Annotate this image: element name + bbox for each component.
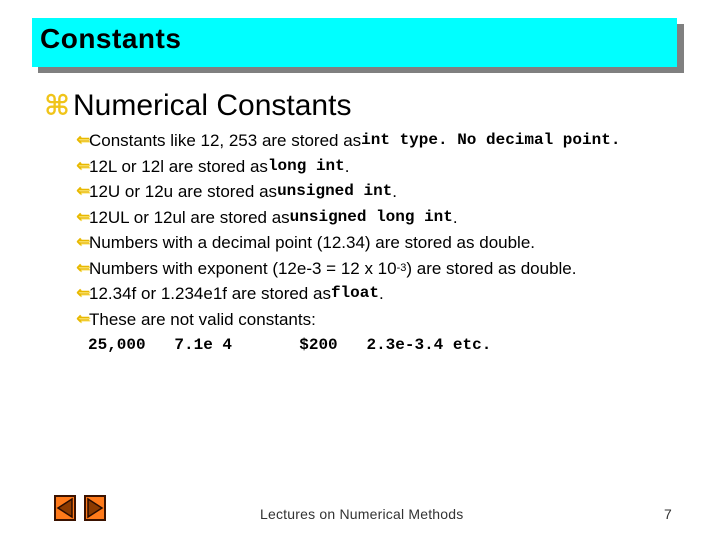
list-item: ⇐ Constants like 12, 253 are stored as in…	[76, 128, 620, 154]
previous-slide-button[interactable]	[54, 495, 76, 521]
item-text: 12L or 12l are stored as	[89, 156, 268, 176]
item-text-post: .	[392, 182, 398, 202]
item-text: 12U or 12u are stored as	[89, 182, 278, 202]
item-code: float	[330, 284, 379, 303]
list-item: ⇐ These are not valid constants:	[76, 307, 620, 333]
left-arrow-bullet-icon: ⇐	[76, 257, 91, 278]
item-text: 12UL or 12ul are stored as	[89, 207, 290, 227]
item-text: Constants like 12, 253 are stored as	[89, 131, 362, 151]
item-text-post: .	[452, 207, 458, 227]
left-arrow-bullet-icon: ⇐	[76, 283, 91, 304]
list-item: ⇐ 12U or 12u are stored as unsigned int.	[76, 179, 620, 205]
page-number: 7	[664, 506, 672, 522]
left-arrow-bullet-icon: ⇐	[76, 232, 91, 253]
item-code: unsigned int	[277, 182, 393, 201]
list-item: ⇐ 12.34f or 1.234e1f are stored as float.	[76, 281, 620, 307]
invalid-constant: 2.3e-3.4	[366, 336, 444, 354]
item-text-post: .	[378, 284, 384, 304]
place-of-interest-bullet-icon: ⌘	[44, 89, 70, 122]
item-code: unsigned long int	[289, 207, 453, 226]
main-heading: ⌘ Numerical Constants	[44, 86, 351, 126]
right-triangle-icon	[87, 497, 104, 519]
item-code: long int	[267, 156, 345, 175]
left-triangle-icon	[56, 497, 73, 519]
left-arrow-bullet-icon: ⇐	[76, 155, 91, 176]
item-text-post: ) are stored as double.	[406, 258, 577, 278]
invalid-constant: 25,000	[88, 336, 146, 354]
invalid-constant: 7.1e 4	[174, 336, 233, 354]
list-item: ⇐ 12L or 12l are stored as long int.	[76, 154, 620, 180]
list-item: ⇐ Numbers with exponent (12e-3 = 12 x 10-…	[76, 256, 620, 282]
left-arrow-bullet-icon: ⇐	[76, 130, 91, 151]
item-text: 12.34f or 1.234e1f are stored as	[89, 284, 331, 304]
invalid-constant: etc.	[452, 336, 492, 354]
invalid-constant: $200	[299, 336, 338, 354]
list-item: ⇐ Numbers with a decimal point (12.34) ar…	[76, 230, 620, 256]
item-text: These are not valid constants:	[89, 309, 316, 329]
bullet-list: ⇐ Constants like 12, 253 are stored as in…	[76, 128, 620, 332]
item-text: Numbers with exponent (12e-3 = 12 x 10	[89, 258, 397, 278]
heading-text: Numerical Constants	[73, 89, 352, 122]
invalid-constants-row: 25,000 7.1e 4 $200 2.3e-3.4 etc.	[88, 336, 491, 354]
left-arrow-bullet-icon: ⇐	[76, 206, 91, 227]
list-item: ⇐ 12UL or 12ul are stored as unsigned lon…	[76, 205, 620, 231]
slide-title: Constants	[40, 23, 182, 54]
footer-text: Lectures on Numerical Methods	[260, 506, 464, 522]
item-code: int type. No decimal point.	[361, 131, 621, 150]
next-slide-button[interactable]	[84, 495, 106, 521]
item-text: Numbers with a decimal point (12.34) are…	[89, 233, 536, 253]
title-bar: Constants	[32, 18, 677, 67]
left-arrow-bullet-icon: ⇐	[76, 308, 91, 329]
left-arrow-bullet-icon: ⇐	[76, 181, 91, 202]
item-text-post: .	[344, 156, 350, 176]
